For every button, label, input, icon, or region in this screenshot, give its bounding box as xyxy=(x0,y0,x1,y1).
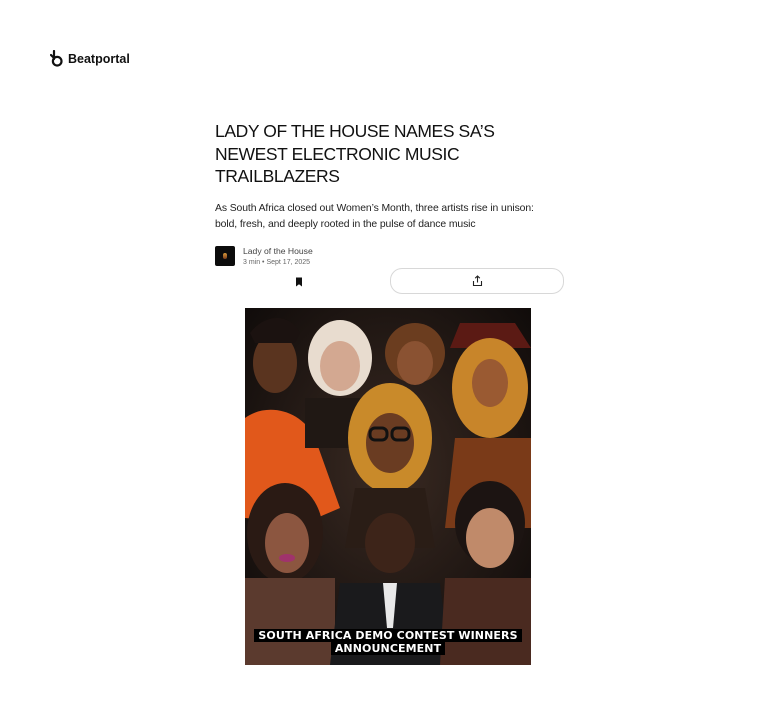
subhead-line: As South Africa closed out Women’s Month… xyxy=(215,202,534,214)
brand-name: Beatportal xyxy=(68,51,130,66)
caption-line: ANNOUNCEMENT xyxy=(330,642,446,655)
subhead-line: bold, fresh, and deeply rooted in the pu… xyxy=(215,218,476,230)
byline: Lady of the House 3 min • Sept 17, 2025 xyxy=(215,246,575,267)
headline-line: TRAILBLAZERS xyxy=(215,166,340,186)
share-icon xyxy=(472,275,482,287)
article-subhead: As South Africa closed out Women’s Month… xyxy=(215,201,575,233)
headline-line: NEWEST ELECTRONIC MUSIC xyxy=(215,143,460,164)
brand-logo[interactable]: Beatportal xyxy=(50,50,130,67)
caption-line: SOUTH AFRICA DEMO CONTEST WINNERS xyxy=(254,629,522,642)
share-button[interactable] xyxy=(390,268,564,294)
hero-caption: SOUTH AFRICA DEMO CONTEST WINNERS ANNOUN… xyxy=(245,629,531,655)
article-actions xyxy=(215,268,565,294)
article-meta: 3 min • Sept 17, 2025 xyxy=(243,258,311,266)
headline-line: LADY OF THE HOUSE NAMES SA’S xyxy=(215,121,495,141)
bookmark-icon xyxy=(296,277,302,287)
bookmark-button[interactable] xyxy=(293,275,305,287)
author-avatar[interactable] xyxy=(215,246,235,266)
author-name[interactable]: Lady of the House xyxy=(243,246,313,257)
hero-image: SOUTH AFRICA DEMO CONTEST WINNERS ANNOUN… xyxy=(245,308,531,665)
article-headline: LADY OF THE HOUSE NAMES SA’S NEWEST ELEC… xyxy=(215,120,575,188)
beatportal-logo-icon xyxy=(50,50,63,67)
article-header: LADY OF THE HOUSE NAMES SA’S NEWEST ELEC… xyxy=(215,120,575,267)
hero-artwork xyxy=(245,308,531,665)
